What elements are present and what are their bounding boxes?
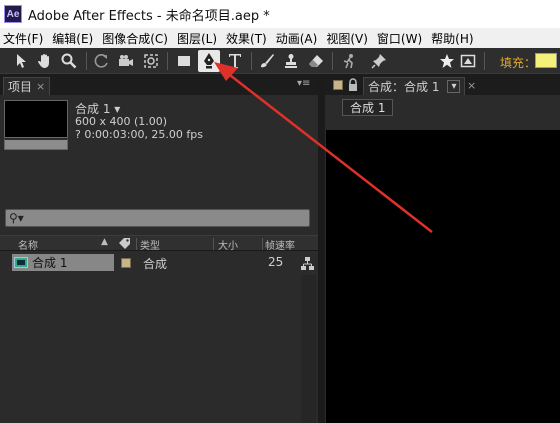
menu-effect[interactable]: 效果(T) bbox=[223, 30, 273, 47]
composition-panel: 合成：合成 1 ▾ × 合成 1 bbox=[325, 75, 560, 423]
menu-view[interactable]: 视图(V) bbox=[323, 30, 374, 47]
column-size[interactable]: 大小 bbox=[218, 237, 238, 252]
panel-menu-icon[interactable]: ▾≡ bbox=[297, 78, 310, 89]
text-tool-icon[interactable] bbox=[224, 50, 246, 72]
composition-thumbnail bbox=[4, 100, 68, 138]
composition-viewer[interactable] bbox=[326, 130, 560, 423]
chevron-down-icon[interactable]: ▾ bbox=[447, 80, 461, 93]
eraser-tool-icon[interactable] bbox=[305, 50, 327, 72]
menu-layer[interactable]: 图层(L) bbox=[174, 30, 223, 47]
project-item-type: 合成 bbox=[143, 257, 168, 271]
fill-label: 填充： bbox=[500, 56, 537, 70]
column-divider[interactable] bbox=[136, 238, 137, 250]
title-bar: Ae Adobe After Effects - 未命名项目.aep * bbox=[0, 0, 560, 28]
lock-icon[interactable] bbox=[347, 78, 359, 95]
toolbar-separator bbox=[167, 52, 168, 70]
tab-composition-label: 合成：合成 1 bbox=[368, 80, 440, 94]
label-color-swatch[interactable] bbox=[333, 80, 343, 90]
project-panel: 项目 × ▾≡ 合成 1 ▾ 600 x 400 (1.00) ? 0:00:0… bbox=[0, 75, 318, 423]
project-panel-tabbar: 项目 × ▾≡ bbox=[0, 75, 318, 95]
column-divider[interactable] bbox=[213, 238, 214, 250]
comp-size: 600 x 400 (1.00) bbox=[75, 115, 168, 128]
label-color-swatch[interactable] bbox=[121, 258, 131, 268]
tab-project[interactable]: 项目 × bbox=[3, 77, 51, 95]
menu-help[interactable]: 帮助(H) bbox=[428, 30, 479, 47]
tools-toolbar: 填充： bbox=[0, 48, 560, 74]
label-tag-icon[interactable] bbox=[118, 237, 132, 252]
after-effects-logo-icon: Ae bbox=[4, 5, 22, 23]
star-icon[interactable] bbox=[436, 50, 458, 72]
camera-tool-icon[interactable] bbox=[115, 50, 137, 72]
project-item-fps: 25 bbox=[268, 255, 284, 269]
close-icon[interactable]: × bbox=[467, 79, 476, 92]
rectangle-tool-icon[interactable] bbox=[173, 50, 195, 72]
toolbar-separator bbox=[86, 52, 87, 70]
pan-behind-tool-icon[interactable] bbox=[140, 50, 162, 72]
menu-composition[interactable]: 图像合成(C) bbox=[99, 30, 174, 47]
clone-stamp-tool-icon[interactable] bbox=[280, 50, 302, 72]
zoom-tool-icon[interactable] bbox=[58, 50, 80, 72]
sort-ascending-icon[interactable]: ▲ bbox=[101, 237, 108, 247]
composition-icon bbox=[14, 257, 28, 268]
column-name[interactable]: 名称 bbox=[18, 237, 38, 252]
flowchart-icon[interactable] bbox=[300, 256, 315, 271]
menu-bar: 文件(F) 编辑(E) 图像合成(C) 图层(L) 效果(T) 动画(A) 视图… bbox=[0, 28, 560, 48]
select-tool-icon[interactable] bbox=[10, 50, 32, 72]
menu-animation[interactable]: 动画(A) bbox=[273, 30, 324, 47]
composition-panel-tabbar: 合成：合成 1 ▾ × bbox=[325, 75, 560, 95]
search-icon[interactable]: ⚲▾ bbox=[9, 211, 24, 225]
toolbar-separator bbox=[484, 52, 485, 70]
project-item-row[interactable]: 合成 1 合成 25 bbox=[0, 254, 300, 271]
tab-project-label: 项目 bbox=[8, 80, 33, 94]
column-frame-rate[interactable]: 帧速率 bbox=[265, 237, 295, 252]
brush-tool-icon[interactable] bbox=[256, 50, 278, 72]
panel-divider[interactable] bbox=[318, 75, 325, 423]
project-item-name: 合成 1 bbox=[32, 256, 68, 270]
close-icon[interactable]: × bbox=[36, 80, 45, 93]
project-column-header: 名称 ▲ 类型 大小 帧速率 bbox=[0, 235, 318, 252]
search-input[interactable]: ⚲▾ bbox=[5, 209, 310, 227]
column-divider[interactable] bbox=[262, 238, 263, 250]
tab-composition[interactable]: 合成：合成 1 ▾ bbox=[363, 77, 466, 95]
roto-brush-tool-icon[interactable] bbox=[338, 50, 360, 72]
tool-options-icon[interactable] bbox=[457, 50, 479, 72]
pen-tool-icon[interactable] bbox=[198, 50, 220, 72]
column-type[interactable]: 类型 bbox=[140, 237, 160, 252]
project-scrollbar[interactable] bbox=[301, 275, 316, 423]
toolbar-separator bbox=[332, 52, 333, 70]
menu-window[interactable]: 窗口(W) bbox=[374, 30, 428, 47]
hand-tool-icon[interactable] bbox=[34, 50, 56, 72]
fill-color-swatch[interactable] bbox=[535, 53, 557, 68]
project-item-name-cell[interactable]: 合成 1 bbox=[12, 254, 114, 271]
window-title: Adobe After Effects - 未命名项目.aep * bbox=[28, 8, 270, 24]
menu-file[interactable]: 文件(F) bbox=[0, 30, 49, 47]
thumbnail-bar bbox=[4, 138, 68, 150]
menu-edit[interactable]: 编辑(E) bbox=[49, 30, 99, 47]
comp-duration: ? 0:00:03:00, 25.00 fps bbox=[75, 128, 204, 141]
composition-viewer-tab[interactable]: 合成 1 bbox=[342, 99, 394, 116]
puppet-pin-tool-icon[interactable] bbox=[368, 50, 390, 72]
toolbar-separator bbox=[251, 52, 252, 70]
rotate-tool-icon[interactable] bbox=[91, 50, 113, 72]
